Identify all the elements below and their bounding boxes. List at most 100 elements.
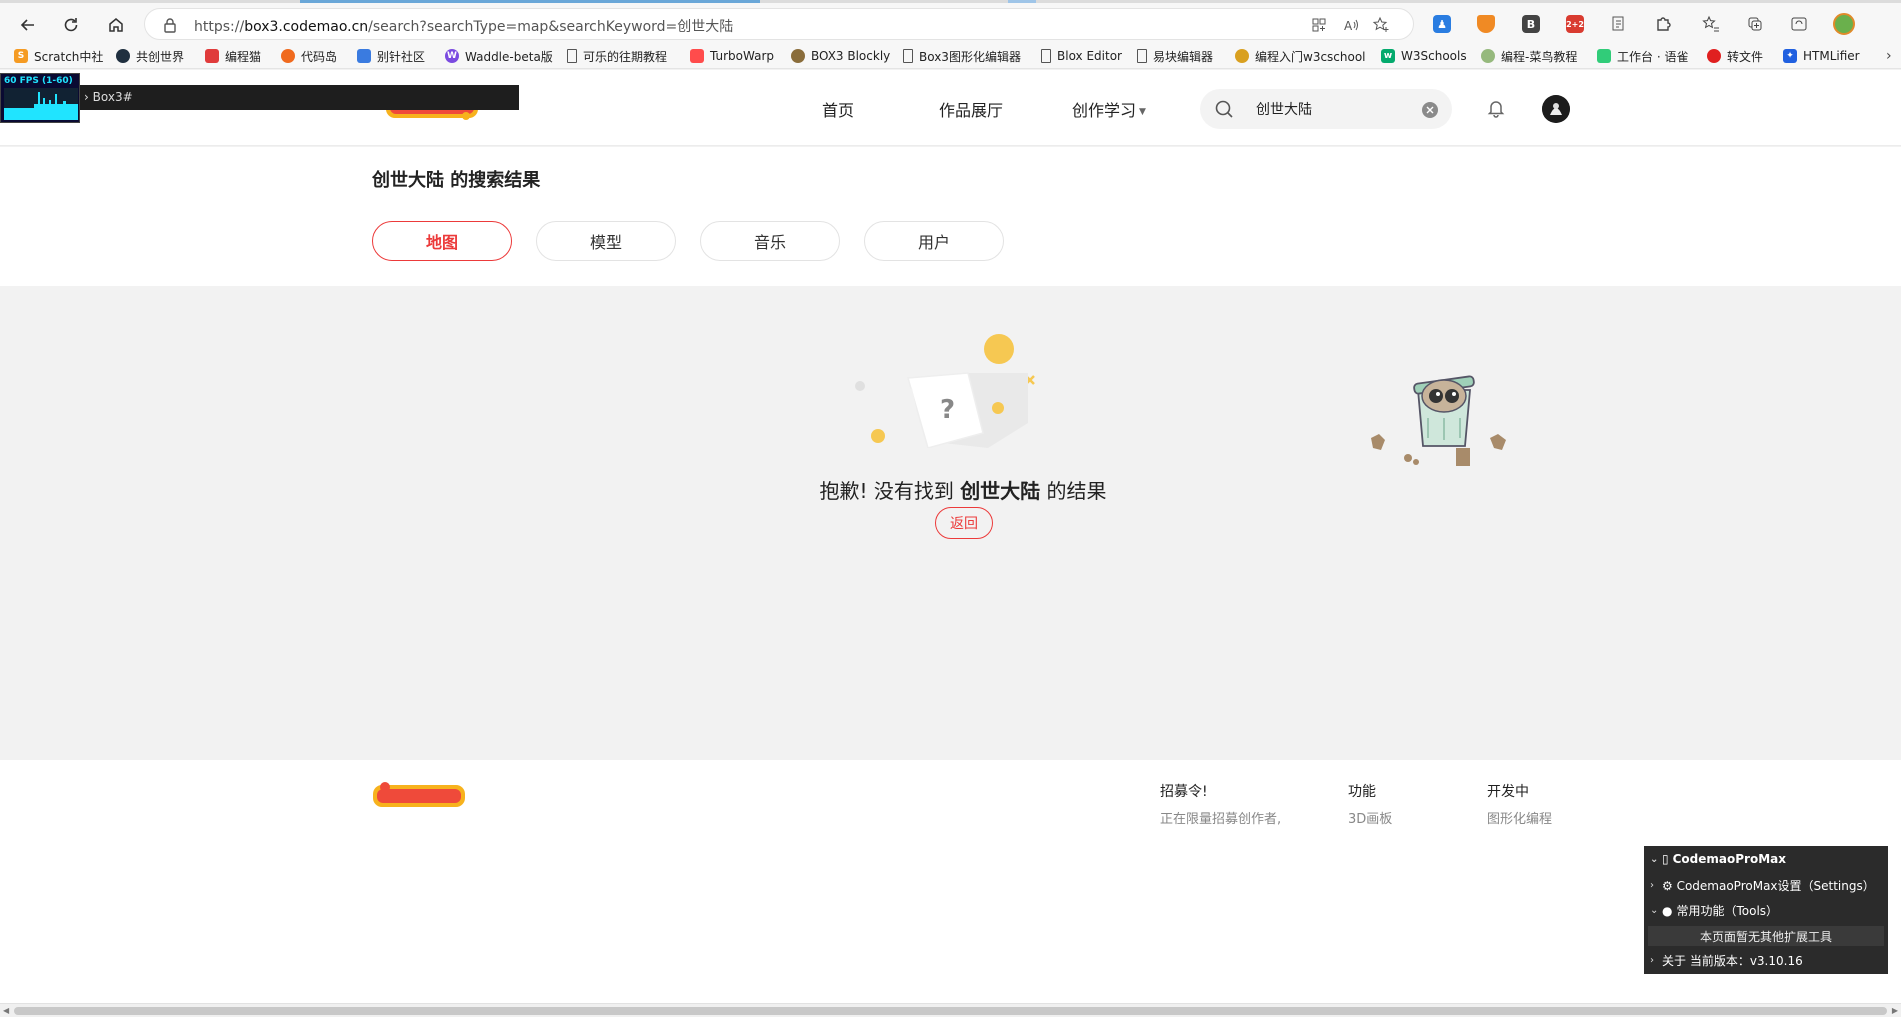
codemao-pro-max-panel: ⌄ ▯ CodemaoProMax › ⚙ CodemaoProMax设置（Setti…: [1644, 846, 1888, 974]
tab-user[interactable]: 用户: [864, 221, 1004, 261]
caret-down-icon: ▼: [1139, 107, 1146, 117]
bookmark-label: Scratch中社: [34, 49, 104, 64]
notification-bell-icon[interactable]: [1486, 98, 1506, 122]
results-title: 创世大陆 的搜索结果: [372, 166, 540, 192]
bookmark-item[interactable]: 编程-菜鸟教程: [1481, 47, 1577, 65]
bookmark-item[interactable]: W Waddle-beta版: [445, 47, 553, 65]
results-title-suffix: 的搜索结果: [444, 170, 541, 191]
scroll-right-arrow-icon[interactable]: ▶: [1892, 1006, 1898, 1015]
cmpm-tools-empty: 本页面暂无其他扩展工具: [1648, 926, 1884, 946]
address-bar[interactable]: https://box3.codemao.cn/search?searchTyp…: [144, 8, 1414, 40]
search-input[interactable]: [1256, 99, 1406, 119]
horizontal-scrollbar[interactable]: ◀ ▶: [0, 1003, 1901, 1017]
tab-map[interactable]: 地图: [372, 221, 512, 261]
cmpm-title: CodemaoProMax: [1672, 852, 1786, 866]
nav-learn[interactable]: 创作学习 ▼: [1072, 97, 1146, 121]
bookmark-label: 别针社区: [377, 49, 426, 64]
url-text[interactable]: https://box3.codemao.cn/search?searchTyp…: [194, 16, 733, 36]
clear-search-icon[interactable]: [1422, 102, 1438, 118]
extension-shield-icon[interactable]: [1472, 10, 1500, 38]
bookmark-item[interactable]: S Scratch中社: [14, 47, 103, 65]
footer-col-item[interactable]: 图形化编程: [1487, 808, 1552, 827]
bookmark-item[interactable]: w W3Schools: [1381, 47, 1467, 65]
scrollbar-thumb[interactable]: [14, 1007, 1887, 1015]
cmpm-version-row[interactable]: › 关于 当前版本：v3.10.16: [1650, 952, 1803, 969]
bookmark-item[interactable]: 可乐的往期教程: [567, 47, 667, 65]
reload-icon[interactable]: [55, 9, 87, 41]
nav-home[interactable]: 首页: [822, 97, 854, 121]
bookmarks-overflow-chevron-icon[interactable]: ›: [1886, 47, 1892, 65]
profile-avatar-icon[interactable]: [1830, 10, 1858, 38]
page-icon: [903, 49, 913, 63]
lock-icon[interactable]: [163, 17, 177, 37]
bookmark-label: HTMLifier: [1803, 49, 1860, 63]
footer-col-title: 招募令!: [1160, 784, 1208, 800]
cmpm-title-row[interactable]: ⌄ ▯ CodemaoProMax: [1650, 852, 1786, 866]
footer-col-title: 功能: [1348, 784, 1376, 800]
results-header-panel: [0, 147, 1901, 286]
app-available-icon[interactable]: [1309, 15, 1329, 35]
cmpm-settings-row[interactable]: › ⚙ CodemaoProMax设置（Settings）: [1650, 877, 1875, 894]
convert-icon: [1707, 49, 1721, 63]
bookmark-label: 易块编辑器: [1153, 49, 1214, 64]
bookmark-item[interactable]: 别针社区: [357, 47, 425, 65]
w3c-icon: [1235, 49, 1249, 63]
tab-model[interactable]: 模型: [536, 221, 676, 261]
bookmark-item[interactable]: 转文件: [1707, 47, 1763, 65]
bookmark-label: 工作台 · 语雀: [1617, 49, 1689, 64]
favorites-icon[interactable]: [1697, 10, 1725, 38]
bookmark-item[interactable]: 共创世界: [116, 47, 184, 65]
bookmark-item[interactable]: 代码岛: [281, 47, 337, 65]
w3schools-icon: w: [1381, 49, 1395, 63]
console-prompt[interactable]: › Box3#: [80, 85, 519, 110]
bookmark-item[interactable]: TurboWarp: [690, 47, 774, 65]
bookmark-item[interactable]: ✦ HTMLifier: [1783, 47, 1860, 65]
cmpm-settings-label: ⚙ CodemaoProMax设置（Settings）: [1662, 879, 1875, 893]
site-footer: 招募令! 正在限量招募创作者, 功能 3D画板 开发中 图形化编程: [0, 760, 1901, 1003]
bookmark-item[interactable]: Blox Editor: [1041, 47, 1122, 65]
footer-col-item[interactable]: 3D画板: [1348, 808, 1392, 827]
bookmark-item[interactable]: Box3图形化编辑器: [903, 47, 1021, 65]
extension-person-icon[interactable]: ♟: [1428, 10, 1456, 38]
extension-badge-icon[interactable]: 2+2: [1561, 10, 1589, 38]
bookmark-item[interactable]: 易块编辑器: [1137, 47, 1213, 65]
cmpm-tools-label: 常用功能（Tools）: [1676, 904, 1779, 918]
drop-icon: ●: [1662, 903, 1673, 918]
w-icon: W: [445, 49, 459, 63]
extension-page-icon[interactable]: [1605, 10, 1633, 38]
nav-gallery[interactable]: 作品展厅: [939, 97, 1003, 121]
bookmark-label: W3Schools: [1401, 49, 1467, 63]
home-icon[interactable]: [100, 9, 132, 41]
bookmark-label: 共创世界: [136, 49, 185, 64]
bookmark-item[interactable]: 工作台 · 语雀: [1597, 47, 1688, 65]
fps-label: 60 FPS (1-60): [4, 76, 73, 86]
gear-icon: [281, 49, 295, 63]
turbowarp-icon: [690, 49, 704, 63]
back-button[interactable]: 返回: [935, 507, 993, 539]
tab-music[interactable]: 音乐: [700, 221, 840, 261]
url-host: box3.codemao.cn: [244, 19, 369, 35]
footer-logo[interactable]: [371, 781, 467, 811]
scroll-left-arrow-icon[interactable]: ◀: [3, 1006, 9, 1015]
blockly-icon: [791, 49, 805, 63]
chevron-down-icon: ⌄: [1650, 905, 1659, 916]
footer-col-item[interactable]: 正在限量招募创作者,: [1160, 808, 1281, 827]
cmpm-tools-row[interactable]: ⌄ ● 常用功能（Tools）: [1650, 902, 1778, 919]
page-viewport: 首页 作品展厅 创作学习▼ 创世大陆 的搜索结果 地图 模型 音乐 用户: [0, 70, 1901, 1003]
extension-b-icon[interactable]: B: [1517, 10, 1545, 38]
user-avatar[interactable]: [1542, 95, 1570, 123]
extensions-puzzle-icon[interactable]: [1649, 10, 1677, 38]
favorite-star-icon[interactable]: [1371, 15, 1391, 35]
url-scheme: https://: [194, 19, 245, 35]
bookmark-item[interactable]: 编程入门w3cschool: [1235, 47, 1366, 65]
back-arrow-icon[interactable]: [12, 9, 44, 41]
read-aloud-icon[interactable]: A: [1341, 15, 1361, 35]
collections-icon[interactable]: [1741, 10, 1769, 38]
browser-essentials-icon[interactable]: [1785, 10, 1813, 38]
footer-col-title: 开发中: [1487, 784, 1529, 800]
world-icon: [116, 49, 130, 63]
bookmark-item[interactable]: 编程猫: [205, 47, 261, 65]
page-icon: [1137, 49, 1147, 63]
bookmark-item[interactable]: BOX3 Blockly: [791, 47, 890, 65]
search-icon[interactable]: [1214, 99, 1234, 123]
